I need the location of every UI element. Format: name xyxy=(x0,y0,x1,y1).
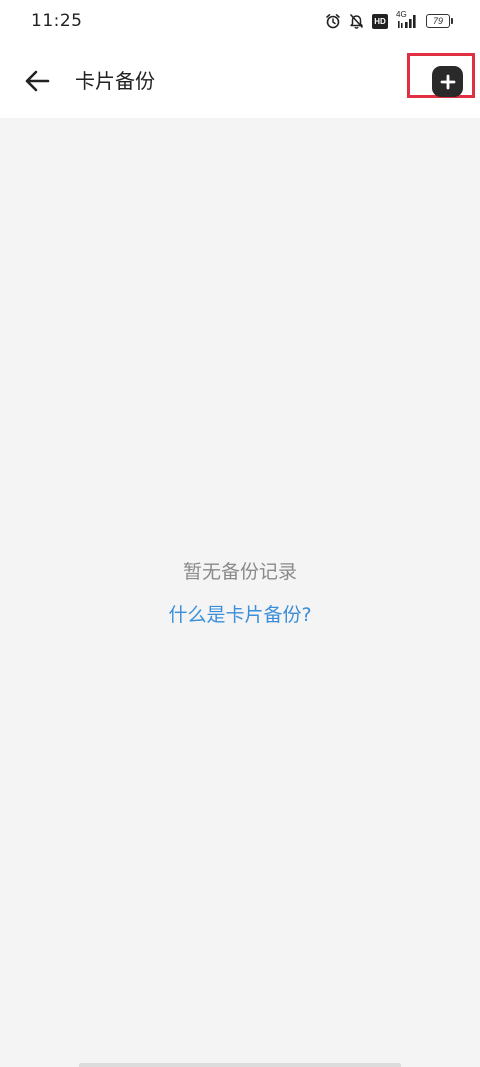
main-content: 暂无备份记录 什么是卡片备份? xyxy=(0,118,480,1067)
bell-off-icon xyxy=(349,13,364,29)
plus-icon xyxy=(440,74,455,89)
page-title: 卡片备份 xyxy=(75,69,155,93)
status-time: 11:25 xyxy=(31,11,83,31)
back-button[interactable] xyxy=(18,64,56,98)
hd-icon: HD xyxy=(372,13,388,29)
signal-icon: 4G xyxy=(396,10,418,30)
help-link[interactable]: 什么是卡片备份? xyxy=(0,602,480,628)
status-bar: 11:25 HD 4G 79 xyxy=(0,0,480,44)
battery-icon: 79 xyxy=(426,14,453,28)
empty-state-message: 暂无备份记录 xyxy=(182,561,297,583)
alarm-icon xyxy=(325,13,341,29)
arrow-left-icon xyxy=(25,70,50,92)
navigation-indicator xyxy=(79,1063,401,1067)
status-icons: HD 4G 79 xyxy=(325,10,453,31)
add-button[interactable] xyxy=(432,66,463,97)
app-bar: 卡片备份 xyxy=(0,44,480,118)
